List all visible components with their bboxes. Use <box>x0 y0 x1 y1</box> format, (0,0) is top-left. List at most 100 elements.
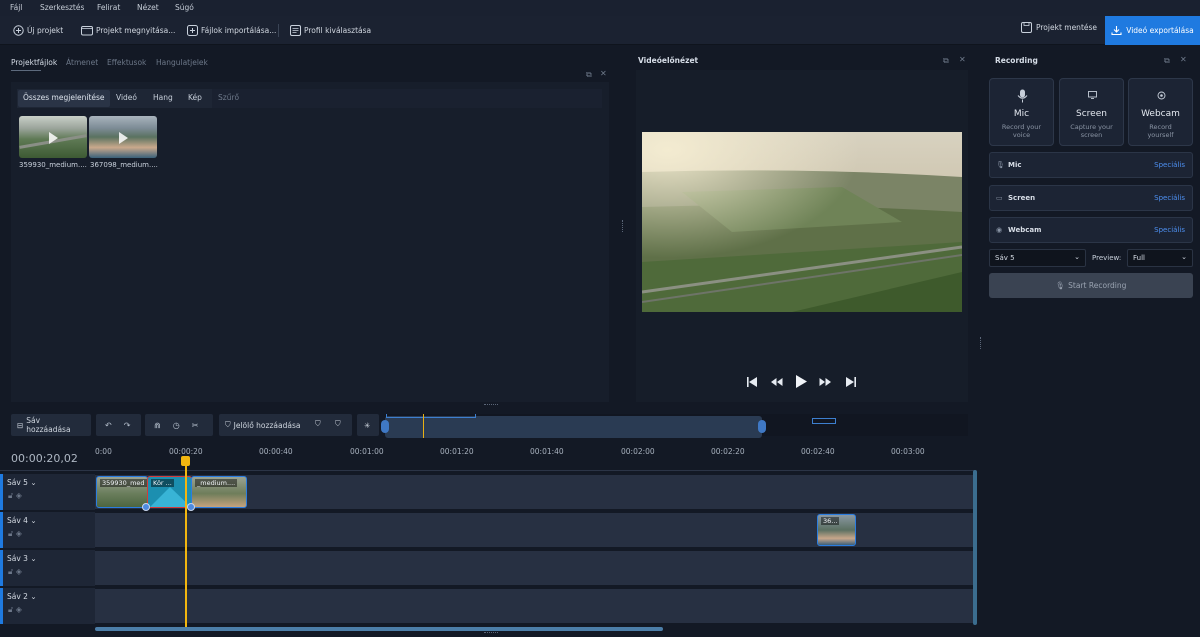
card-subtitle: Record your voice <box>1001 123 1042 139</box>
transition-handle-left[interactable] <box>142 503 150 511</box>
redo-icon[interactable]: ↷ <box>124 421 131 430</box>
timeline-clip[interactable]: 359930_med <box>96 476 148 508</box>
tab-emojis[interactable]: Hangulatjelek <box>156 58 208 67</box>
close-icon[interactable]: ✕ <box>1180 55 1187 64</box>
video-frame[interactable] <box>642 132 962 312</box>
track-name: Sáv 3 ⌄ <box>7 554 37 563</box>
tab-transitions[interactable]: Átmenet <box>66 58 98 67</box>
preview-select[interactable]: Full ⌄ <box>1127 249 1193 267</box>
menu-edit[interactable]: Szerkesztés <box>40 3 84 12</box>
filter-search-input[interactable]: Szűrő <box>212 89 602 108</box>
undock-icon[interactable]: ⧉ <box>1164 56 1170 66</box>
filter-audio[interactable]: Hang <box>153 93 173 102</box>
undo-icon[interactable]: ↶ <box>105 421 112 430</box>
import-files-button[interactable]: Fájlok importálása... <box>187 22 276 39</box>
track-header[interactable]: Sáv 5 ⌄ 🔓︎ ◈ <box>0 474 95 510</box>
card-subtitle: Record yourself <box>1147 123 1174 139</box>
undock-icon[interactable]: ⧉ <box>943 56 949 66</box>
speed-icon[interactable]: ◷ <box>173 421 180 430</box>
add-marker-button[interactable]: Jelölő hozzáadása <box>234 421 301 430</box>
play-icon[interactable] <box>794 374 808 389</box>
card-title: Screen <box>1076 109 1107 119</box>
menu-subtitle[interactable]: Felirat <box>97 3 120 12</box>
advanced-link[interactable]: Speciális <box>1154 226 1185 234</box>
tab-project-files[interactable]: Projektfájlok <box>11 58 57 67</box>
open-project-button[interactable]: Projekt megnyitása... <box>81 22 175 39</box>
record-mic-card[interactable]: Mic Record your voice <box>989 78 1054 146</box>
current-timecode: 00:00:20,02 <box>11 452 78 465</box>
overview-handle-right[interactable] <box>758 420 766 433</box>
track-name: Sáv 4 ⌄ <box>7 516 37 525</box>
timeline-clip[interactable]: 36... <box>817 514 856 546</box>
resize-handle[interactable] <box>622 220 624 232</box>
track-header[interactable]: Sáv 2 ⌄ 🔓︎ ◈ <box>0 588 95 624</box>
webcam-source-row[interactable]: ◉ Webcam Speciális <box>989 217 1193 243</box>
record-screen-card[interactable]: Screen Capture your screen <box>1059 78 1124 146</box>
vertical-scrollbar[interactable] <box>973 470 977 625</box>
horizontal-scrollbar[interactable] <box>95 627 663 631</box>
menu-view[interactable]: Nézet <box>137 3 159 12</box>
marker-group: ⛉ Jelölő hozzáadása ⛉ ⛉ <box>219 414 352 436</box>
lock-icon[interactable]: 🔓︎ ◈ <box>8 567 22 577</box>
export-video-label: Videó exportálása <box>1126 26 1194 35</box>
plus-circle-icon <box>13 25 24 36</box>
profile-select-button[interactable]: Profil kiválasztása <box>290 22 371 39</box>
prev-marker-icon[interactable]: ⛉ <box>315 419 321 429</box>
advanced-link[interactable]: Speciális <box>1154 161 1185 169</box>
save-project-label: Projekt mentése <box>1036 23 1098 32</box>
add-track-button[interactable]: ⊟ Sáv hozzáadása <box>11 414 91 436</box>
close-icon[interactable]: ✕ <box>600 69 607 78</box>
source-name: Screen <box>1008 194 1036 202</box>
snowflake-icon[interactable]: ✳ <box>357 414 379 436</box>
filter-show-all[interactable]: Összes megjelenítése <box>18 90 110 107</box>
overview-viewport[interactable] <box>385 416 762 438</box>
lock-icon[interactable]: 🔓︎ ◈ <box>8 529 22 539</box>
card-subtitle: Capture your screen <box>1070 123 1113 139</box>
track-header[interactable]: Sáv 3 ⌄ 🔓︎ ◈ <box>0 550 95 586</box>
timeline-clip[interactable]: _medium.... <box>191 476 247 508</box>
magnet-icon[interactable]: ⋒ <box>154 421 161 430</box>
track-lane[interactable] <box>95 589 973 623</box>
playhead-handle[interactable] <box>181 456 190 466</box>
export-video-button[interactable]: Videó exportálása <box>1105 16 1200 45</box>
timeline-ruler[interactable]: 0:00 00:00:20 00:00:40 00:01:00 00:01:20… <box>95 441 975 471</box>
screen-source-row[interactable]: ▭ Screen Speciális <box>989 185 1193 211</box>
screen-icon: ▭ <box>996 194 1003 202</box>
transition-handle-right[interactable] <box>187 503 195 511</box>
next-marker-icon[interactable]: ⛉ <box>335 419 341 429</box>
start-recording-button[interactable]: 🎙 Start Recording <box>989 273 1193 298</box>
track-lane[interactable] <box>95 551 973 585</box>
lock-icon[interactable]: 🔓︎ ◈ <box>8 605 22 615</box>
menu-file[interactable]: Fájl <box>10 3 22 12</box>
advanced-link[interactable]: Speciális <box>1154 194 1185 202</box>
scissors-icon[interactable]: ✂ <box>192 421 199 430</box>
resize-handle[interactable] <box>980 337 982 349</box>
fast-forward-icon[interactable] <box>819 376 832 388</box>
clip-label: 36... <box>821 517 840 525</box>
resize-handle[interactable] <box>484 632 498 634</box>
media-thumbnail[interactable] <box>19 116 87 158</box>
undo-redo-group: ↶ ↷ <box>96 414 141 436</box>
close-icon[interactable]: ✕ <box>959 55 966 64</box>
rewind-icon[interactable] <box>770 376 783 388</box>
undock-icon[interactable]: ⧉ <box>586 70 592 80</box>
record-webcam-card[interactable]: Webcam Record yourself <box>1128 78 1193 146</box>
skip-back-icon[interactable] <box>746 376 758 388</box>
mic-source-row[interactable]: 🎙 Mic Speciális <box>989 152 1193 178</box>
filter-video[interactable]: Videó <box>116 93 137 102</box>
filter-image[interactable]: Kép <box>188 93 202 102</box>
save-project-button[interactable]: Projekt mentése <box>1021 22 1097 33</box>
menu-help[interactable]: Súgó <box>175 3 194 12</box>
tab-effects[interactable]: Effektusok <box>107 58 146 67</box>
media-thumbnail[interactable] <box>89 116 157 158</box>
overview-handle-left[interactable] <box>381 420 389 433</box>
resize-handle[interactable] <box>484 404 498 406</box>
preview-select-value: Full <box>1133 254 1145 262</box>
new-project-button[interactable]: Új projekt <box>13 22 63 39</box>
play-icon <box>119 132 128 144</box>
track-header[interactable]: Sáv 4 ⌄ 🔓︎ ◈ <box>0 512 95 548</box>
skip-forward-icon[interactable] <box>845 376 857 388</box>
lock-icon[interactable]: 🔓︎ ◈ <box>8 491 22 501</box>
ruler-label: 00:02:20 <box>711 447 745 456</box>
track-select[interactable]: Sáv 5 ⌄ <box>989 249 1086 267</box>
